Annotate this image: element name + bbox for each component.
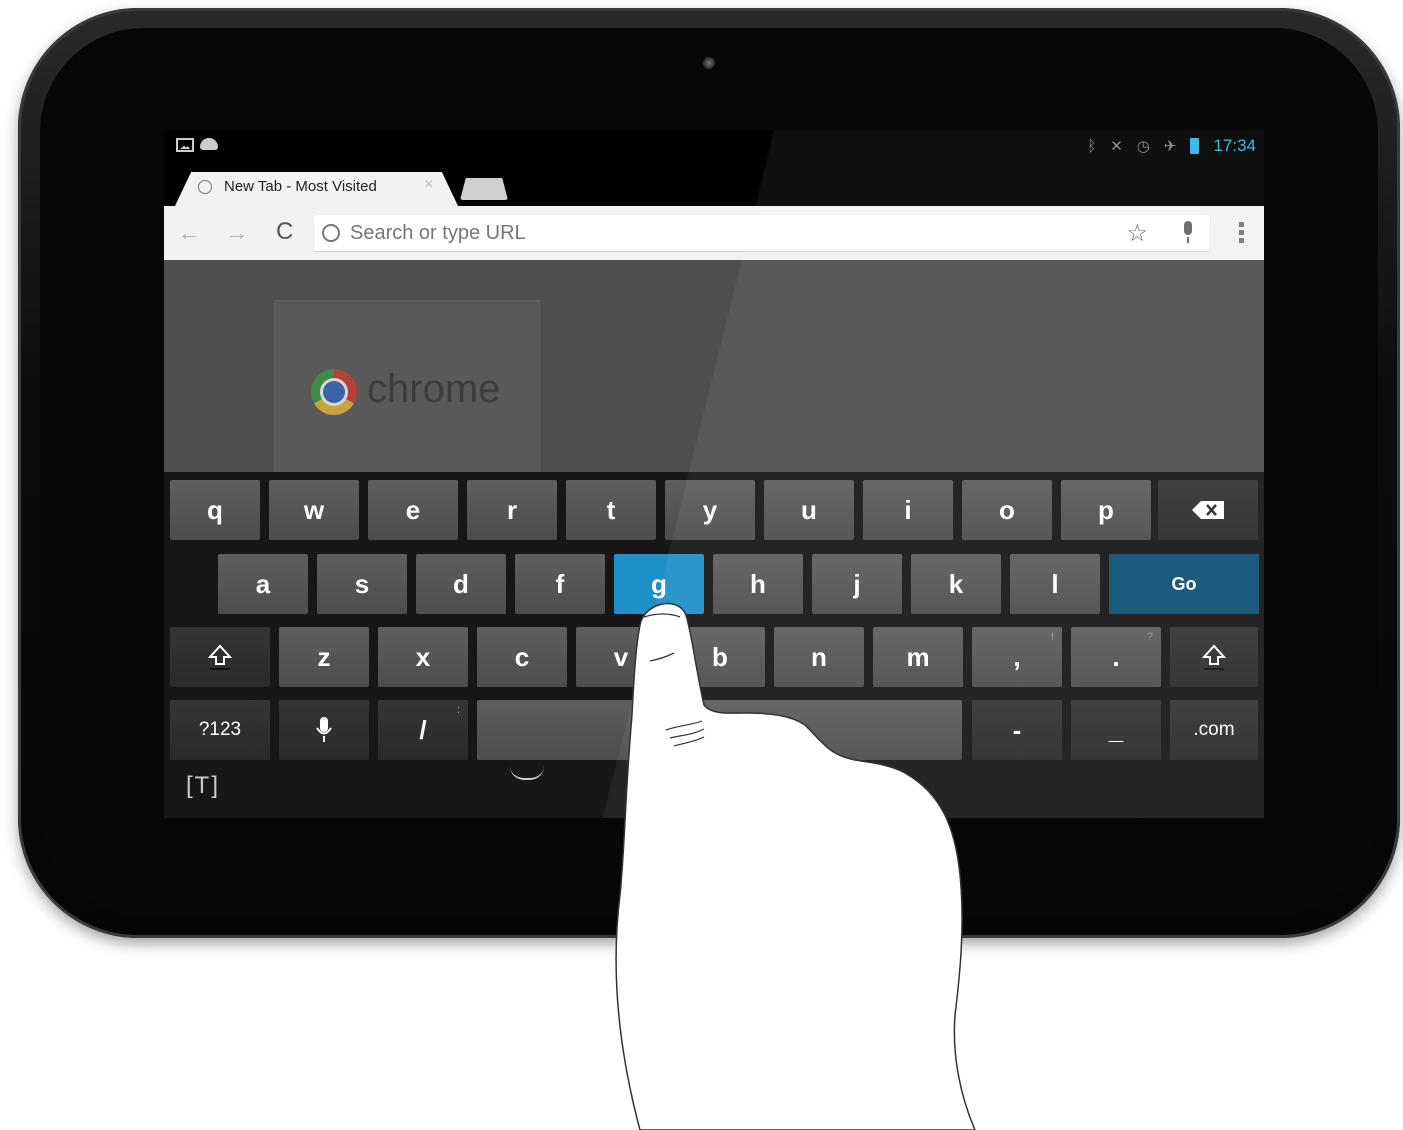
tab-globe-icon xyxy=(198,180,212,194)
key-period[interactable]: . ? xyxy=(1071,627,1161,687)
chrome-logo-icon xyxy=(311,369,357,415)
browser-toolbar: ← → C Search or type URL ☆ xyxy=(164,206,1264,260)
shift-key-right[interactable] xyxy=(1170,627,1258,687)
shift-icon xyxy=(208,644,232,670)
key-comma-label: , xyxy=(1013,641,1021,672)
reload-icon[interactable]: C xyxy=(276,218,293,246)
voice-input-key[interactable] xyxy=(279,700,369,760)
battery-icon xyxy=(1190,138,1200,154)
bookmark-star-icon[interactable]: ☆ xyxy=(1126,219,1148,248)
tab-title: New Tab - Most Visited xyxy=(224,178,377,195)
back-icon[interactable]: ← xyxy=(178,220,200,246)
microphone-icon xyxy=(316,717,332,742)
key-w[interactable]: w xyxy=(269,480,359,540)
alarm-icon: ◷ xyxy=(1136,138,1150,155)
omnibox-placeholder: Search or type URL xyxy=(350,222,526,244)
status-time: 17:34 xyxy=(1213,136,1256,155)
key-d[interactable]: d xyxy=(416,554,506,614)
gallery-icon xyxy=(176,138,194,152)
go-key[interactable]: Go xyxy=(1109,554,1259,614)
omnibox[interactable]: Search or type URL ☆ xyxy=(314,215,1210,251)
status-bar: ᛒ ✕ ◷ ✈ 17:34 xyxy=(164,130,1264,162)
key-slash-label: / xyxy=(419,714,427,745)
globe-icon xyxy=(322,224,340,242)
key-period-label: . xyxy=(1112,641,1120,672)
key-q[interactable]: q xyxy=(170,480,260,540)
shift-key-left[interactable] xyxy=(170,627,270,687)
backspace-icon xyxy=(1192,501,1224,519)
key-f[interactable]: f xyxy=(515,554,605,614)
key-slash[interactable]: / : xyxy=(378,700,468,760)
hand-gesture-illustration xyxy=(615,602,976,1130)
dotcom-key[interactable]: .com xyxy=(1170,700,1258,760)
backspace-key[interactable] xyxy=(1158,480,1258,540)
mute-icon: ✕ xyxy=(1110,138,1123,155)
airplane-icon: ✈ xyxy=(1163,138,1177,155)
tab-close-icon[interactable]: × xyxy=(424,176,433,194)
front-camera xyxy=(703,57,715,69)
voice-search-icon[interactable] xyxy=(1182,221,1194,243)
key-c[interactable]: c xyxy=(477,627,567,687)
shift-icon xyxy=(1202,644,1226,670)
key-a[interactable]: a xyxy=(218,554,308,614)
key-period-hint: ? xyxy=(1146,631,1153,643)
key-t[interactable]: t xyxy=(566,480,656,540)
key-comma-hint: ! xyxy=(1050,631,1054,643)
numbers-key[interactable]: ?123 xyxy=(170,700,270,760)
key-o[interactable]: o xyxy=(962,480,1052,540)
key-u[interactable]: u xyxy=(764,480,854,540)
most-visited-content: chrome xyxy=(164,260,1264,474)
input-method-switch[interactable]: [T] xyxy=(186,772,220,800)
android-icon xyxy=(200,138,218,150)
menu-icon[interactable] xyxy=(1239,222,1244,246)
key-slash-hint: : xyxy=(456,704,460,716)
key-underscore[interactable]: _ xyxy=(1071,700,1161,760)
bluetooth-icon: ᛒ xyxy=(1087,137,1097,155)
thumbnail-title: chrome xyxy=(367,367,501,411)
key-y[interactable]: y xyxy=(665,480,755,540)
key-p[interactable]: p xyxy=(1061,480,1151,540)
hide-keyboard-icon[interactable] xyxy=(510,766,550,786)
key-r[interactable]: r xyxy=(467,480,557,540)
key-l[interactable]: l xyxy=(1010,554,1100,614)
new-tab-button[interactable] xyxy=(460,178,508,200)
key-s[interactable]: s xyxy=(317,554,407,614)
tab-strip: New Tab - Most Visited × xyxy=(164,162,1264,208)
forward-icon[interactable]: → xyxy=(226,220,248,246)
most-visited-thumbnail[interactable]: chrome xyxy=(274,300,540,474)
key-e[interactable]: e xyxy=(368,480,458,540)
key-i[interactable]: i xyxy=(863,480,953,540)
key-z[interactable]: z xyxy=(279,627,369,687)
key-x[interactable]: x xyxy=(378,627,468,687)
status-icons: ᛒ ✕ ◷ ✈ 17:34 xyxy=(1087,135,1256,157)
